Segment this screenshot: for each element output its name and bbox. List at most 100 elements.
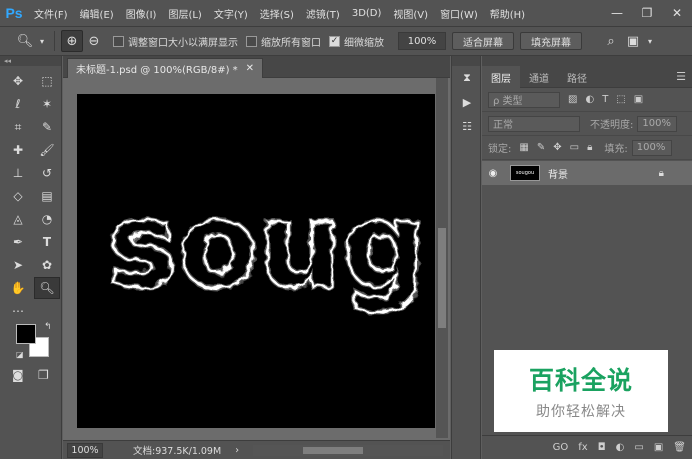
- panel-grip-icon[interactable]: ◂◂: [0, 56, 61, 66]
- restore-button[interactable]: ❐: [632, 0, 662, 26]
- eyedropper-icon[interactable]: ✎: [34, 116, 60, 138]
- lock-artboard-icon[interactable]: ▭: [570, 142, 579, 153]
- status-zoom-field[interactable]: 100%: [67, 442, 103, 458]
- layer-mask-icon[interactable]: ◘: [598, 442, 606, 453]
- minimize-button[interactable]: —: [602, 0, 632, 26]
- fill-field[interactable]: 100%: [631, 139, 672, 156]
- menu-layer[interactable]: 图层(L): [162, 6, 207, 21]
- close-icon[interactable]: ✕: [246, 63, 254, 74]
- tab-paths[interactable]: 路径: [558, 66, 596, 88]
- layer-row-background[interactable]: ◉ sougou 背景 🔒︎: [482, 161, 692, 185]
- canvas[interactable]: soug soug: [77, 94, 435, 428]
- document-tab[interactable]: 未标题-1.psd @ 100%(RGB/8#) * ✕: [67, 58, 264, 78]
- gradient-tool-icon[interactable]: ▤: [34, 185, 60, 207]
- actions-panel-icon[interactable]: ▶: [452, 90, 482, 114]
- opacity-field[interactable]: 100%: [637, 115, 678, 132]
- fit-screen-button[interactable]: 适合屏幕: [452, 32, 514, 50]
- move-tool-icon[interactable]: ✥: [5, 70, 31, 92]
- scrubby-zoom-checkbox[interactable]: ✓ 细微缩放: [329, 34, 384, 49]
- vertical-scroll-thumb[interactable]: [438, 228, 446, 328]
- chevron-down-icon[interactable]: ▾: [644, 30, 656, 52]
- menu-file[interactable]: 文件(F): [28, 6, 74, 21]
- zoom-value-field[interactable]: 100%: [398, 32, 446, 50]
- zoom-all-checkbox[interactable]: 缩放所有窗口: [246, 34, 321, 49]
- layer-filter-select[interactable]: ρ 类型: [488, 91, 560, 108]
- filter-smart-icon[interactable]: ▣: [634, 94, 643, 105]
- panel-grip[interactable]: [482, 56, 692, 66]
- menu-image[interactable]: 图像(I): [120, 6, 163, 21]
- menu-edit[interactable]: 编辑(E): [74, 6, 120, 21]
- layer-name[interactable]: 背景: [548, 166, 568, 181]
- search-icon[interactable]: ⌕: [600, 30, 622, 52]
- horizontal-scroll-thumb[interactable]: [303, 447, 363, 454]
- eye-icon[interactable]: ◉: [482, 168, 504, 179]
- properties-panel-icon[interactable]: ☷: [452, 114, 482, 138]
- tab-channels[interactable]: 通道: [520, 66, 558, 88]
- filter-shape-icon[interactable]: ⬚: [616, 94, 625, 105]
- lock-position-icon[interactable]: ✥: [553, 142, 561, 153]
- default-colors-icon[interactable]: ◪: [16, 350, 24, 359]
- panel-menu-icon[interactable]: ☰: [676, 70, 686, 83]
- checkbox-box: [246, 35, 257, 47]
- pen-tool-icon[interactable]: ✒: [5, 231, 31, 253]
- menu-filter[interactable]: 滤镜(T): [300, 6, 346, 21]
- marquee-tool-icon[interactable]: ⬚: [34, 70, 60, 92]
- lock-all-icon[interactable]: 🔒︎: [587, 142, 592, 153]
- filter-adjust-icon[interactable]: ◐: [585, 94, 594, 105]
- menu-3d[interactable]: 3D(D): [346, 8, 388, 19]
- new-group-icon[interactable]: ▭: [634, 442, 643, 453]
- crop-tool-icon[interactable]: ⌗: [5, 116, 31, 138]
- blur-tool-icon[interactable]: ◬: [5, 208, 31, 230]
- zoom-out-icon[interactable]: ⊖: [83, 30, 105, 52]
- dodge-tool-icon[interactable]: ◔: [34, 208, 60, 230]
- history-brush-icon[interactable]: ↺: [34, 162, 60, 184]
- link-layers-icon[interactable]: GO: [553, 442, 569, 453]
- eraser-tool-icon[interactable]: ◇: [5, 185, 31, 207]
- zoom-tool-icon[interactable]: 🔍︎: [34, 277, 60, 299]
- close-button[interactable]: ✕: [662, 0, 692, 26]
- trash-icon[interactable]: 🗑: [673, 442, 686, 453]
- photoshop-logo: Ps: [5, 5, 23, 21]
- status-menu-icon[interactable]: ›: [235, 445, 239, 456]
- horizontal-scrollbar[interactable]: [253, 445, 443, 456]
- lock-transparent-icon[interactable]: ▦: [519, 142, 528, 153]
- zoom-tool-preset-icon[interactable]: 🔍︎: [14, 30, 36, 52]
- history-panel-icon[interactable]: ⧗: [452, 66, 482, 90]
- foreground-color-swatch[interactable]: [16, 324, 36, 344]
- menu-view[interactable]: 视图(V): [387, 6, 434, 21]
- workspace-icon[interactable]: ▣: [622, 30, 644, 52]
- filter-pixel-icon[interactable]: ▨: [568, 94, 577, 105]
- layers-footer: GO fx ◘ ◐ ▭ ▣ 🗑: [482, 435, 692, 459]
- new-layer-icon[interactable]: ▣: [654, 442, 663, 453]
- blend-mode-select[interactable]: 正常: [488, 115, 580, 132]
- menu-select[interactable]: 选择(S): [254, 6, 300, 21]
- filter-type-icon[interactable]: T: [602, 94, 608, 105]
- path-selection-icon[interactable]: ➤: [5, 254, 31, 276]
- panel-grip-icon[interactable]: [452, 56, 480, 66]
- chevron-down-icon[interactable]: ▾: [36, 30, 48, 52]
- adjustment-layer-icon[interactable]: ◐: [616, 442, 625, 453]
- lock-pixels-icon[interactable]: ✎: [537, 142, 545, 153]
- type-tool-icon[interactable]: T: [34, 231, 60, 253]
- magic-wand-icon[interactable]: ✶: [34, 93, 60, 115]
- brush-tool-icon[interactable]: 🖌︎: [34, 139, 60, 161]
- menu-help[interactable]: 帮助(H): [484, 6, 531, 21]
- zoom-in-icon[interactable]: ⊕: [61, 30, 83, 52]
- healing-brush-icon[interactable]: ✚: [5, 139, 31, 161]
- swap-colors-icon[interactable]: ↰: [44, 322, 52, 332]
- lasso-tool-icon[interactable]: ℓ: [5, 93, 31, 115]
- fill-screen-button[interactable]: 填充屏幕: [520, 32, 582, 50]
- vertical-scrollbar[interactable]: [436, 78, 448, 438]
- clone-stamp-icon[interactable]: ⊥: [5, 162, 31, 184]
- resize-windows-checkbox[interactable]: 调整窗口大小以满屏显示: [113, 34, 238, 49]
- custom-shape-icon[interactable]: ✿: [34, 254, 60, 276]
- menu-window[interactable]: 窗口(W): [434, 6, 484, 21]
- screen-mode-icon[interactable]: ❐: [38, 368, 49, 382]
- quick-mask-icon[interactable]: ◙: [12, 368, 24, 382]
- menu-type[interactable]: 文字(Y): [208, 6, 254, 21]
- checkmark-icon: ✓: [329, 35, 340, 47]
- more-tools-icon[interactable]: ⋯: [5, 300, 31, 322]
- hand-tool-icon[interactable]: ✋: [5, 277, 31, 299]
- layer-style-icon[interactable]: fx: [578, 442, 587, 453]
- tab-layers[interactable]: 图层: [482, 66, 520, 88]
